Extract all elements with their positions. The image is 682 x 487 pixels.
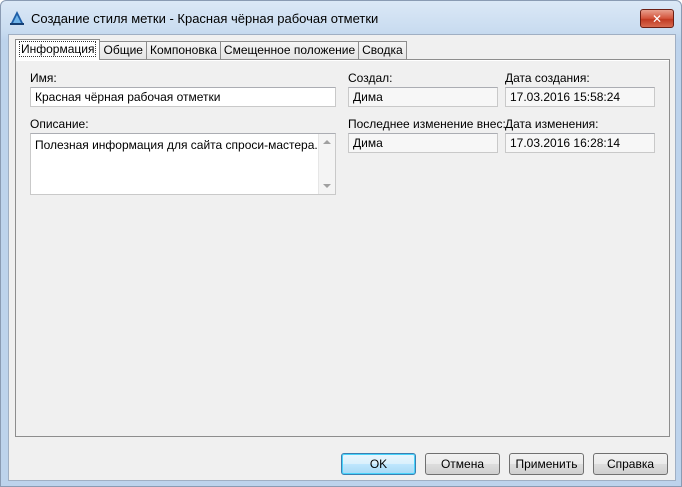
ok-button[interactable]: OK	[341, 453, 416, 475]
tab-summary[interactable]: Сводка	[358, 41, 407, 59]
tab-strip: Информация Общие Компоновка Смещенное по…	[15, 39, 407, 60]
tab-info[interactable]: Информация	[15, 39, 101, 60]
created-by-field[interactable]: Дима	[348, 87, 498, 107]
scroll-up-icon[interactable]	[323, 140, 331, 144]
window-title: Создание стиля метки - Красная чёрная ра…	[31, 11, 379, 26]
tab-offset-position[interactable]: Смещенное положение	[219, 41, 360, 59]
tab-label: Информация	[19, 41, 97, 57]
scroll-down-icon[interactable]	[323, 184, 331, 188]
dialog-window: Создание стиля метки - Красная чёрная ра…	[0, 0, 682, 487]
cancel-button[interactable]: Отмена	[425, 453, 500, 475]
help-button[interactable]: Справка	[593, 453, 668, 475]
tab-label: Общие	[103, 43, 143, 57]
close-icon: ✕	[651, 11, 663, 26]
tab-general[interactable]: Общие	[99, 41, 147, 59]
dialog-client: Информация Общие Компоновка Смещенное по…	[8, 34, 676, 481]
created-date-field[interactable]: 17.03.2016 15:58:24	[505, 87, 655, 107]
name-input[interactable]: Красная чёрная рабочая отметки	[30, 87, 336, 107]
modified-by-label: Последнее изменение внес:	[348, 117, 506, 131]
tab-layout[interactable]: Компоновка	[145, 41, 221, 59]
created-by-label: Создал:	[348, 71, 393, 85]
tab-label: Компоновка	[149, 43, 217, 57]
created-date-label: Дата создания:	[505, 71, 590, 85]
apply-button[interactable]: Применить	[509, 453, 584, 475]
tab-label: Сводка	[362, 43, 403, 57]
title-bar[interactable]: Создание стиля метки - Красная чёрная ра…	[1, 1, 681, 35]
modified-date-label: Дата изменения:	[505, 117, 599, 131]
description-label: Описание:	[30, 117, 89, 131]
description-text: Полезная информация для сайта спроси-мас…	[35, 138, 335, 152]
close-button[interactable]: ✕	[640, 9, 674, 28]
info-panel: Имя: Красная чёрная рабочая отметки Опис…	[15, 59, 670, 437]
modified-date-field[interactable]: 17.03.2016 16:28:14	[505, 133, 655, 153]
modified-by-field[interactable]: Дима	[348, 133, 498, 153]
tab-label: Смещенное положение	[223, 43, 356, 57]
description-textarea[interactable]: Полезная информация для сайта спроси-мас…	[30, 133, 336, 195]
app-logo-icon	[10, 11, 24, 25]
description-scrollbar[interactable]	[318, 134, 335, 194]
name-label: Имя:	[30, 71, 57, 85]
